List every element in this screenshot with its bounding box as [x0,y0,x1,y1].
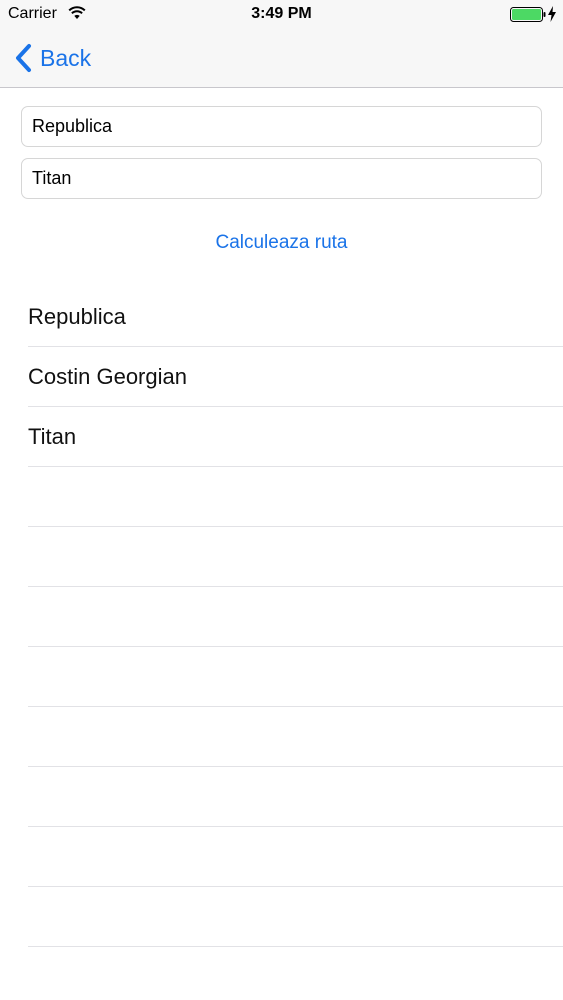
empty-table-row [28,647,563,707]
from-station-input[interactable] [21,106,542,147]
empty-table-row [28,767,563,827]
chevron-left-icon [16,44,31,72]
empty-table-row [28,587,563,647]
route-stop-label: Titan [28,423,77,449]
to-station-input[interactable] [21,158,542,199]
status-time: 3:49 PM [251,5,312,22]
route-stop-row[interactable]: Republica [28,287,563,347]
empty-table-row [28,827,563,887]
calculate-route-button[interactable]: Calculeaza ruta [0,230,563,256]
status-bar: Carrier 3:49 PM [0,0,563,30]
route-stop-row[interactable]: Titan [28,407,563,467]
route-stop-row[interactable]: Costin Georgian [28,347,563,407]
empty-table-row [28,467,563,527]
empty-table-row [28,707,563,767]
charging-bolt-icon [548,6,556,22]
route-stop-label: Costin Georgian [28,363,187,389]
empty-table-row [28,887,563,947]
back-label: Back [40,44,92,71]
empty-table-row [28,527,563,587]
navigation-bar: Back [0,30,563,88]
route-stop-label: Republica [28,303,126,329]
route-list: Republica Costin Georgian Titan [0,287,563,947]
battery-icon [510,7,546,22]
back-button[interactable]: Back [14,40,91,76]
